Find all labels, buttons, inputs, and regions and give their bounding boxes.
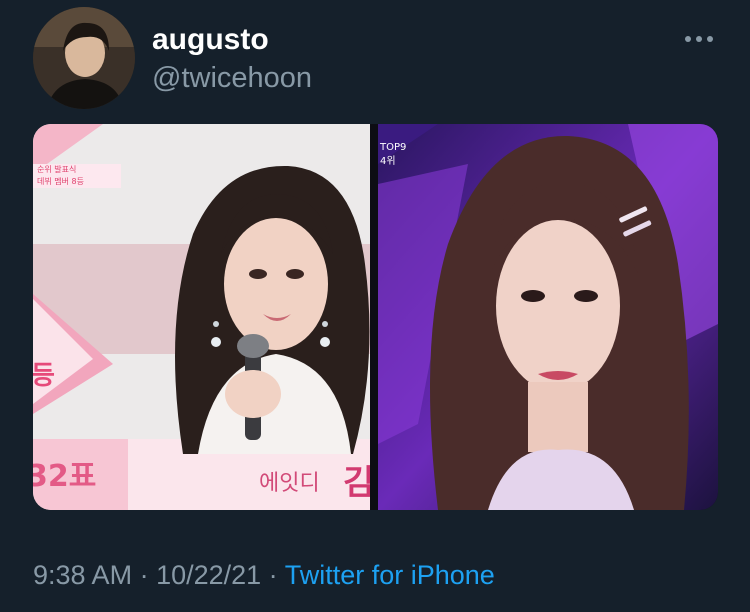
user-info: augusto @twicehoon: [152, 22, 312, 96]
tweet-time[interactable]: 9:38 AM: [33, 560, 132, 590]
tweet-metadata: 9:38 AM · 10/22/21 · Twitter for iPhone: [33, 557, 495, 593]
tweet-source-link[interactable]: Twitter for iPhone: [285, 560, 495, 590]
user-handle[interactable]: @twicehoon: [152, 60, 312, 96]
tweet: augusto @twicehoon 순위 발표식 데뷔 멤버 8등 등 32표…: [0, 0, 750, 612]
meta-separator: ·: [132, 560, 157, 590]
more-options-button[interactable]: [680, 24, 720, 54]
media-photo-left[interactable]: 순위 발표식 데뷔 멤버 8등 등 32표 에잇디 김: [33, 124, 370, 510]
tweet-date[interactable]: 10/22/21: [156, 560, 261, 590]
display-name[interactable]: augusto: [152, 22, 312, 58]
left-team-name: 에잇디: [259, 471, 320, 496]
left-caption-line2: 데뷔 멤버 8등: [37, 176, 84, 186]
avatar[interactable]: [33, 7, 135, 109]
left-votes: 32표: [33, 459, 96, 494]
left-rank-glyph: 등: [33, 361, 55, 391]
photo-left-image: 순위 발표식 데뷔 멤버 8등 등 32표 에잇디 김: [33, 124, 370, 510]
photo-right-image: TOP9 4위: [378, 124, 718, 510]
left-caption-line1: 순위 발표식: [37, 164, 76, 174]
media-photo-right[interactable]: TOP9 4위: [378, 124, 718, 510]
avatar-image: [33, 7, 135, 109]
meta-separator: ·: [261, 560, 285, 590]
left-name-partial: 김: [343, 463, 370, 503]
right-badge-line1: TOP9: [379, 142, 406, 153]
right-badge-line2: 4위: [380, 154, 396, 167]
more-horizontal-icon: [685, 36, 713, 42]
tweet-media[interactable]: 순위 발표식 데뷔 멤버 8등 등 32표 에잇디 김 TOP9 4위: [33, 124, 718, 510]
